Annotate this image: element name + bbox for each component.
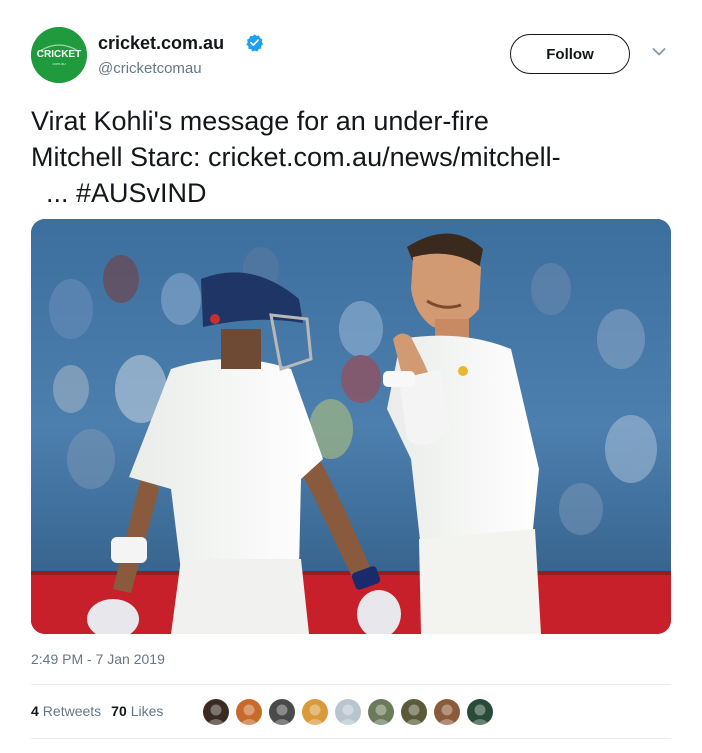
avatar-icon <box>305 704 325 725</box>
liker-avatar[interactable] <box>203 699 229 725</box>
tweet-card: CRICKET com.au cricket.com.au @cricketco… <box>0 0 702 753</box>
avatar-icon <box>470 704 490 725</box>
avatar-subtext: com.au <box>52 61 65 66</box>
avatar-icon <box>239 704 259 725</box>
liker-avatar[interactable] <box>335 699 361 725</box>
liker-avatar[interactable] <box>467 699 493 725</box>
retweets-count: 4 <box>31 703 39 719</box>
cricket-logo-icon: CRICKET com.au <box>31 27 87 83</box>
liker-avatar[interactable] <box>302 699 328 725</box>
avatar-icon <box>338 704 358 725</box>
tweet-text-line[interactable]: Mitchell Starc: cricket.com.au/news/mitc… <box>31 139 681 175</box>
tweet-text-line[interactable]: ... #AUSvIND <box>31 175 681 211</box>
liker-avatar[interactable] <box>401 699 427 725</box>
tweet-text: Virat Kohli's message for an under-fire … <box>31 103 681 211</box>
avatar-icon <box>206 704 226 725</box>
liker-avatar[interactable] <box>236 699 262 725</box>
follow-button[interactable]: Follow <box>510 34 630 74</box>
handle[interactable]: @cricketcomau <box>98 60 202 77</box>
tweet-stats: 4 Retweets 70 Likes <box>31 703 173 719</box>
avatar-icon <box>437 704 457 725</box>
retweets-stat[interactable]: 4 Retweets <box>31 703 101 719</box>
tweet-photo[interactable] <box>31 219 671 634</box>
timestamp[interactable]: 2:49 PM - 7 Jan 2019 <box>31 651 165 667</box>
display-name[interactable]: cricket.com.au <box>98 33 224 54</box>
likes-label: Likes <box>130 703 164 719</box>
tweet-text-line: Virat Kohli's message for an under-fire <box>31 106 489 136</box>
divider <box>31 684 671 685</box>
liker-avatar[interactable] <box>368 699 394 725</box>
avatar-icon <box>371 704 391 725</box>
verified-badge-icon <box>246 34 264 52</box>
avatar-icon <box>272 704 292 725</box>
divider <box>31 738 671 739</box>
likes-stat[interactable]: 70 Likes <box>111 703 163 719</box>
liker-avatar[interactable] <box>269 699 295 725</box>
retweets-label: Retweets <box>42 703 102 719</box>
cricket-players-photo-icon <box>31 219 671 634</box>
likes-count: 70 <box>111 703 127 719</box>
avatar-text: CRICKET <box>37 49 81 60</box>
avatar-icon <box>404 704 424 725</box>
avatar[interactable]: CRICKET com.au <box>31 27 87 83</box>
chevron-down-icon[interactable] <box>652 47 666 57</box>
likers-avatars <box>203 699 500 725</box>
liker-avatar[interactable] <box>434 699 460 725</box>
